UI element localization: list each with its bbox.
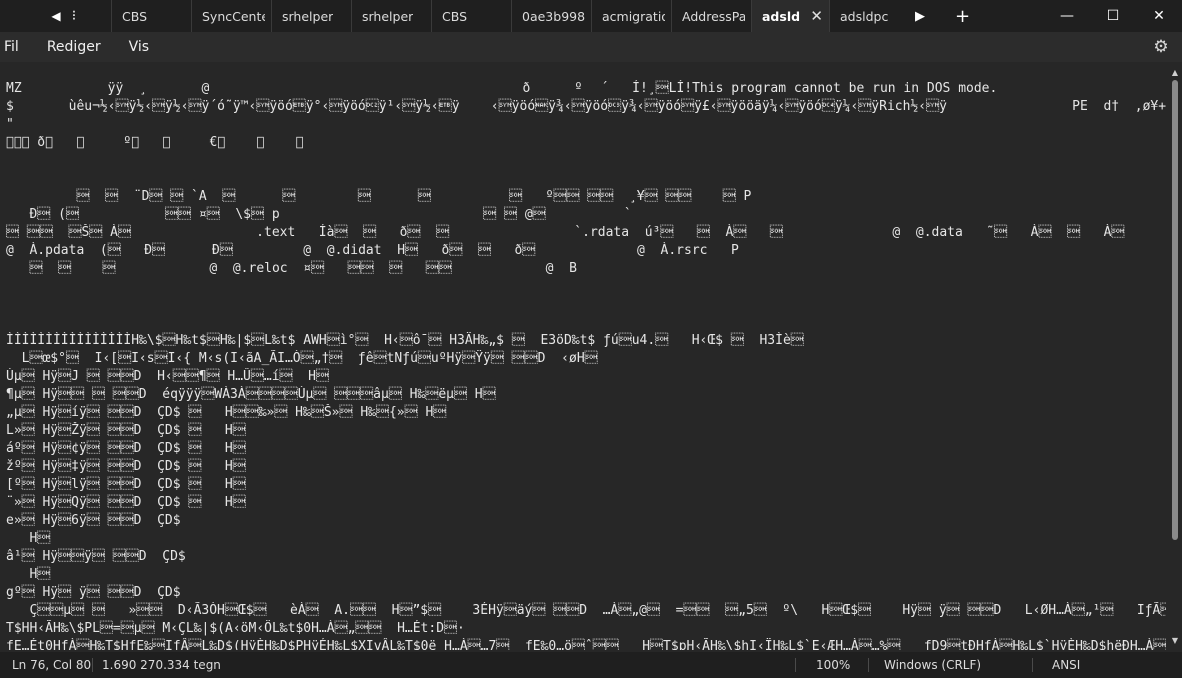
tab-6[interactable]: acmigration [591, 0, 671, 32]
text-line: Ùµ HÿJ  D H‹¶ H…Û…í H [6, 369, 330, 384]
text-line [6, 296, 1166, 314]
text-line: ÌÌÌÌÌÌÌÌÌÌÌÌÌÌÌÌH‰\$H‰t$H‰|$L‰t$ AWH… [6, 333, 804, 348]
cursor-position[interactable]: Ln 76, Col 80 [12, 652, 91, 678]
text-line: " [6, 117, 14, 132]
more-tabs-button[interactable]: ⁝ [67, 0, 81, 32]
text-line:     ð  º  €   [6, 135, 304, 150]
text-line: H [6, 567, 51, 582]
status-divider [868, 658, 869, 672]
text-line:   Š À .text Íà  ð  `.rdata ú³… [6, 225, 1125, 240]
text-line:    @ @.reloc ¤    @ B [6, 261, 577, 276]
tab-label: adsldpc [840, 8, 889, 24]
scrollbar-thumb[interactable] [1172, 80, 1178, 540]
tab-list: CBS SyncCenter srhelper srhelper CBS 0ae3b998… [111, 0, 909, 32]
text-line: áº Hÿ¢ÿ D ÇD$  H [6, 441, 246, 456]
text-line: $ ùêu¬½‹ÿ½‹ÿ½‹ÿ´ó˜ÿ™‹ÿöóÿ°‹ÿöóÿ¹‹… [6, 99, 1166, 114]
text-line: gº Hÿ ÿ D ÇD$ [6, 585, 181, 600]
tab-label: srhelper [362, 8, 414, 24]
scroll-down-icon[interactable]: ▼ [1168, 634, 1182, 648]
tab-label: 0ae3b998-9a [522, 8, 585, 24]
tab-label: adsld [762, 8, 801, 24]
text-line: T$HH‹ÃH‰\$PL=µ M‹ÇL‰|$(A‹öM‹ÖL‰t$0H…À… [6, 621, 465, 636]
tab-label: AddressPars [682, 8, 745, 24]
text-editor[interactable]: MZ   ÿÿ ¸ @ ð  º ´ Í!¸LÍ!This prog… [0, 62, 1182, 652]
tab-bar: ◀ ⁝ CBS SyncCenter srhelper srhelper CBS 0ae3… [0, 0, 1182, 32]
tab-label: srhelper [282, 8, 334, 24]
text-line: [º Hÿlÿ D ÇD$  H [6, 477, 246, 492]
tab-tools: ▶ + [915, 0, 970, 32]
maximize-icon[interactable]: ☐ [1090, 0, 1136, 32]
menu-view[interactable]: Vis [129, 39, 149, 55]
text-line [6, 314, 1166, 332]
text-line: žº Hÿ‡ÿ D ÇD$  H [6, 459, 246, 474]
window-controls: — ☐ ✕ [1044, 0, 1182, 32]
tab-7[interactable]: AddressPars [671, 0, 751, 32]
close-tab-icon[interactable]: ✕ [810, 7, 823, 25]
tab-1[interactable]: SyncCenter [191, 0, 271, 32]
tab-4[interactable]: CBS [431, 0, 511, 32]
text-line: ¶µ Hÿ  D éqÿÿÿWÀ3ÀÙµ âµ … [6, 387, 496, 402]
status-divider [1032, 658, 1033, 672]
text-line [6, 152, 1166, 170]
menu-bar: Fil Rediger Vis ⚙ [0, 32, 1182, 62]
status-divider [92, 658, 93, 672]
status-bar: Ln 76, Col 80 1.690 270.334 tegn 100% Wi… [0, 652, 1182, 678]
text-line: MZ   ÿÿ ¸ @ ð  º ´ Í!¸LÍ!This prog… [6, 81, 998, 96]
tab-5[interactable]: 0ae3b998-9a [511, 0, 591, 32]
minimize-icon[interactable]: — [1044, 0, 1090, 32]
tab-3[interactable]: srhelper [351, 0, 431, 32]
tab-2[interactable]: srhelper [271, 0, 351, 32]
menu-edit[interactable]: Rediger [47, 39, 101, 55]
tab-9[interactable]: adsldpc [829, 0, 909, 32]
text-line: „µ Hÿíÿ D ÇD$  H‰» H‰Š» H‰{»… [6, 405, 447, 420]
tab-8[interactable]: adsld ✕ [751, 0, 829, 32]
text-line: e» Hÿ6ÿ D ÇD$ [6, 513, 181, 528]
text-line: â¹ Hÿÿ D ÇD$ [6, 549, 186, 564]
tab-label: SyncCenter [202, 8, 265, 24]
encoding[interactable]: ANSI [1052, 652, 1080, 678]
new-tab-button[interactable]: + [955, 6, 970, 27]
gear-icon[interactable]: ⚙ [1152, 38, 1170, 56]
text-line: H [6, 531, 51, 546]
text-line: Çµ  » D‹Ã3ÒHŒ$ èÀ A. H”$ 3É… [29, 603, 1166, 618]
line-ending[interactable]: Windows (CRLF) [884, 652, 981, 678]
scroll-tabs-left-icon[interactable]: ◀ [45, 0, 67, 32]
character-count: 1.690 270.334 tegn [102, 658, 221, 672]
tab-label: CBS [122, 8, 148, 24]
text-line: ¨» HÿQÿ D ÇD$  H [6, 495, 246, 510]
menu-file[interactable]: Fil [4, 39, 19, 55]
text-line: fE…Ét0HƒÀH‰T$HƒE‰IƒÂL‰D$(HÿÈH‰D$PHÿÉH… [6, 639, 1166, 650]
scroll-tabs-right-icon[interactable]: ▶ [915, 9, 925, 24]
text-line: Ð (  ¤ \$ p   @ ` [6, 207, 632, 222]
vertical-scrollbar[interactable]: ▲ ▼ [1168, 62, 1182, 652]
zoom-level[interactable]: 100% [816, 652, 850, 678]
text-line: @ À.pdata ( Ð Ð @ @.didat H ð  ð … [6, 243, 739, 258]
scroll-up-icon[interactable]: ▲ [1168, 66, 1182, 80]
text-line [6, 278, 1166, 296]
status-divider [795, 658, 796, 672]
editor-text[interactable]: MZ   ÿÿ ¸ @ ð  º ´ Í!¸LÍ!This prog… [6, 80, 1166, 650]
tab-label: acmigration [602, 8, 665, 24]
tab-label: CBS [442, 8, 468, 24]
close-window-icon[interactable]: ✕ [1136, 0, 1182, 32]
text-line:   ¨D  `A      º  ¸¥   P [6, 189, 752, 204]
tab-0[interactable]: CBS [111, 0, 191, 32]
text-line: Lœ$° I‹[I‹sI‹{ M‹s(I‹ãA_ÃI…Ò„† ƒê… [6, 351, 598, 366]
text-line [6, 170, 1166, 188]
text-line: L» HÿŽÿ D ÇD$  H [6, 423, 246, 438]
